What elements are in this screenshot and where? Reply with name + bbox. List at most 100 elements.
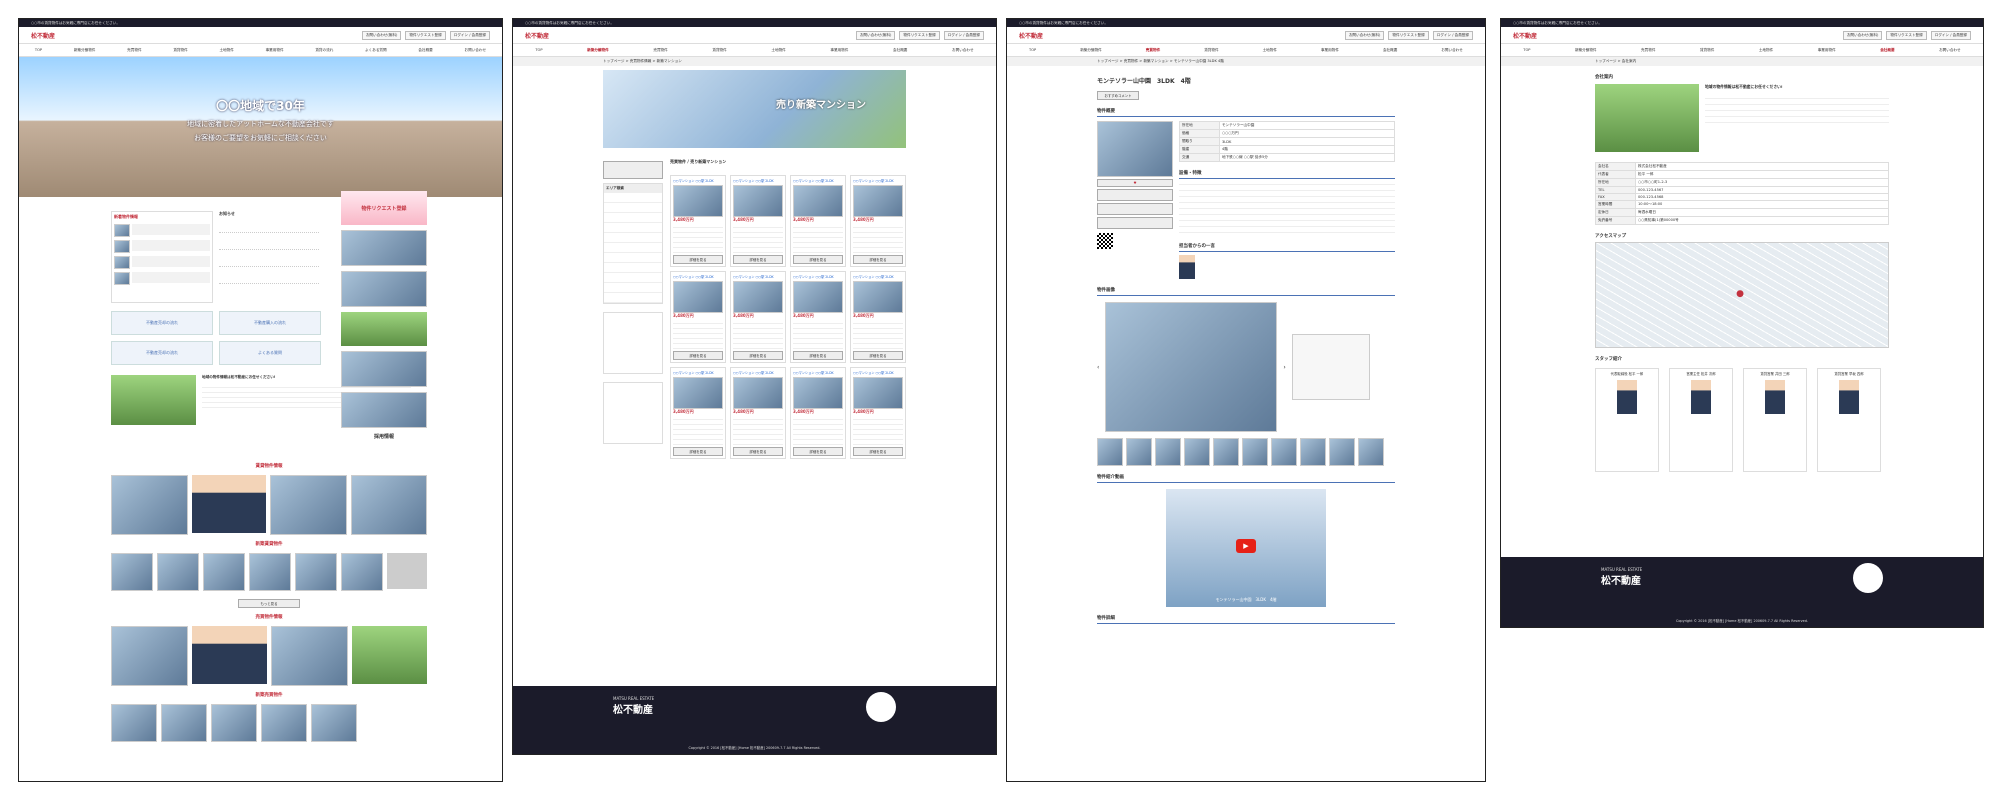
site-logo[interactable]: 松不動産 <box>1019 31 1043 40</box>
nav-business[interactable]: 事業用物件 <box>266 48 284 53</box>
listing-photo[interactable] <box>793 185 843 217</box>
new-sale-thumb[interactable] <box>111 704 157 742</box>
nav-new[interactable]: 新築分譲物件 <box>587 48 609 53</box>
nav-rent[interactable]: 賃貸物件 <box>1204 48 1218 53</box>
listing-card[interactable]: ○○マンション ○○駅 2LDK 3,480万円 詳細を見る <box>670 175 726 267</box>
listing-photo[interactable] <box>673 281 723 313</box>
listing-photo[interactable] <box>673 185 723 217</box>
nav-faq[interactable]: よくある質問 <box>365 48 387 53</box>
side-banner-2[interactable] <box>341 230 427 266</box>
listing-name[interactable]: ○○マンション ○○駅 2LDK <box>733 370 783 375</box>
listing-card[interactable]: ○○マンション ○○駅 2LDK 3,480万円 詳細を見る <box>850 271 906 363</box>
nav-business[interactable]: 事業用物件 <box>830 48 848 53</box>
gallery-main-photo[interactable] <box>1105 302 1278 432</box>
nav-top[interactable]: TOP <box>535 48 542 52</box>
detail-button[interactable]: 詳細を見る <box>853 255 903 264</box>
nav-land[interactable]: 土地物件 <box>1263 48 1277 53</box>
contact-link[interactable]: お問い合わせ(無料) <box>1344 30 1385 40</box>
listing-name[interactable]: ○○マンション ○○駅 2LDK <box>853 370 903 375</box>
gallery-thumb[interactable] <box>1271 438 1297 466</box>
new-rent-thumb[interactable] <box>157 553 199 591</box>
request-link[interactable]: 物件リクエスト登録 <box>1886 30 1927 40</box>
listing-card[interactable]: ○○マンション ○○駅 2LDK 3,480万円 詳細を見る <box>850 367 906 459</box>
flow-sell-banner[interactable]: 不動産売却の流れ <box>111 311 213 335</box>
side-banner-5[interactable] <box>341 351 427 387</box>
detail-button[interactable]: 詳細を見る <box>793 447 843 456</box>
listing-card[interactable]: ○○マンション ○○駅 2LDK 3,480万円 詳細を見る <box>670 271 726 363</box>
site-logo[interactable]: 松不動産 <box>525 31 549 40</box>
favorite-button[interactable]: ♥ <box>1097 179 1173 187</box>
detail-button[interactable]: 詳細を見る <box>853 447 903 456</box>
nav-company[interactable]: 会社概要 <box>1880 48 1894 53</box>
listing-card[interactable]: ○○マンション ○○駅 2LDK 3,480万円 詳細を見る <box>850 175 906 267</box>
listing-name[interactable]: ○○マンション ○○駅 2LDK <box>853 178 903 183</box>
nav-land[interactable]: 土地物件 <box>219 48 233 53</box>
nav-contact[interactable]: お問い合わせ <box>952 48 974 53</box>
detail-button[interactable]: 詳細を見る <box>733 447 783 456</box>
new-sale-thumb[interactable] <box>261 704 307 742</box>
contact-link[interactable]: お問い合わせ(無料) <box>1842 30 1883 40</box>
listing-photo[interactable] <box>733 377 783 409</box>
login-link[interactable]: ログイン / 会員登録 <box>1432 30 1473 40</box>
listing-thumb[interactable] <box>114 224 130 237</box>
next-arrow-icon[interactable]: › <box>1283 364 1285 371</box>
nav-new[interactable]: 新築分譲物件 <box>1080 48 1102 53</box>
gallery-thumb[interactable] <box>1184 438 1210 466</box>
listing-photo[interactable] <box>673 377 723 409</box>
request-link[interactable]: 物件リクエスト登録 <box>405 30 446 40</box>
listing-card[interactable]: ○○マンション ○○駅 2LDK 3,480万円 詳細を見る <box>730 175 786 267</box>
login-link[interactable]: ログイン / 会員登録 <box>449 30 490 40</box>
main-photo[interactable] <box>1097 121 1173 177</box>
nav-land[interactable]: 土地物件 <box>771 48 785 53</box>
new-sale-thumb[interactable] <box>311 704 357 742</box>
new-sale-thumb[interactable] <box>161 704 207 742</box>
action-button[interactable] <box>1097 217 1173 229</box>
nav-business[interactable]: 事業用物件 <box>1818 48 1836 53</box>
listing-name[interactable]: ○○マンション ○○駅 2LDK <box>733 178 783 183</box>
detail-button[interactable]: 詳細を見る <box>673 351 723 360</box>
no-image-thumb[interactable] <box>387 553 427 589</box>
nav-rent[interactable]: 賃貸物件 <box>173 48 187 53</box>
sidebar-search-button[interactable] <box>603 161 663 179</box>
gallery-thumb[interactable] <box>1358 438 1384 466</box>
listing-card[interactable]: ○○マンション ○○駅 2LDK 3,480万円 詳細を見る <box>670 367 726 459</box>
play-icon[interactable]: ▶ <box>1236 539 1256 553</box>
contact-link[interactable]: お問い合わせ(無料) <box>855 30 896 40</box>
gallery-thumb[interactable] <box>1242 438 1268 466</box>
gallery-thumb[interactable] <box>1329 438 1355 466</box>
faq-banner[interactable]: よくある質問 <box>219 341 321 365</box>
sale-card[interactable] <box>271 626 348 686</box>
listing-card[interactable]: ○○マンション ○○駅 2LDK 3,480万円 詳細を見る <box>730 367 786 459</box>
gallery-thumb[interactable] <box>1126 438 1152 466</box>
nav-contact[interactable]: お問い合わせ <box>465 48 487 53</box>
detail-button[interactable]: 詳細を見る <box>673 447 723 456</box>
access-map[interactable]: ● <box>1595 242 1889 348</box>
nav-contact[interactable]: お問い合わせ <box>1939 48 1961 53</box>
listing-thumb[interactable] <box>114 256 130 269</box>
rent-card[interactable] <box>191 475 266 533</box>
side-banner-6[interactable] <box>341 392 427 428</box>
listing-name[interactable]: ○○マンション ○○駅 2LDK <box>673 178 723 183</box>
gallery-thumb[interactable] <box>1213 438 1239 466</box>
new-sale-thumb[interactable] <box>211 704 257 742</box>
listing-name[interactable]: ○○マンション ○○駅 2LDK <box>853 274 903 279</box>
nav-contact[interactable]: お問い合わせ <box>1441 48 1463 53</box>
rent-card[interactable] <box>350 475 427 535</box>
nav-new[interactable]: 新築分譲物件 <box>1575 48 1597 53</box>
detail-button[interactable]: 詳細を見る <box>673 255 723 264</box>
nav-new[interactable]: 新築分譲物件 <box>74 48 96 53</box>
listing-name[interactable]: ○○マンション ○○駅 2LDK <box>793 178 843 183</box>
listing-name[interactable]: ○○マンション ○○駅 2LDK <box>673 274 723 279</box>
listing-photo[interactable] <box>793 377 843 409</box>
nav-company[interactable]: 会社概要 <box>893 48 907 53</box>
listing-card[interactable]: ○○マンション ○○駅 2LDK 3,480万円 詳細を見る <box>730 271 786 363</box>
sale-card[interactable] <box>352 626 427 684</box>
video-player[interactable]: ▶ モンテソラー山中園 3LDK 4階 <box>1166 489 1326 607</box>
nav-sale[interactable]: 売買物件 <box>653 48 667 53</box>
site-logo[interactable]: 松不動産 <box>31 31 55 40</box>
action-button[interactable] <box>1097 203 1173 215</box>
listing-name[interactable]: ○○マンション ○○駅 2LDK <box>793 370 843 375</box>
listing-name[interactable]: ○○マンション ○○駅 2LDK <box>673 370 723 375</box>
nav-business[interactable]: 事業用物件 <box>1321 48 1339 53</box>
listing-photo[interactable] <box>853 377 903 409</box>
